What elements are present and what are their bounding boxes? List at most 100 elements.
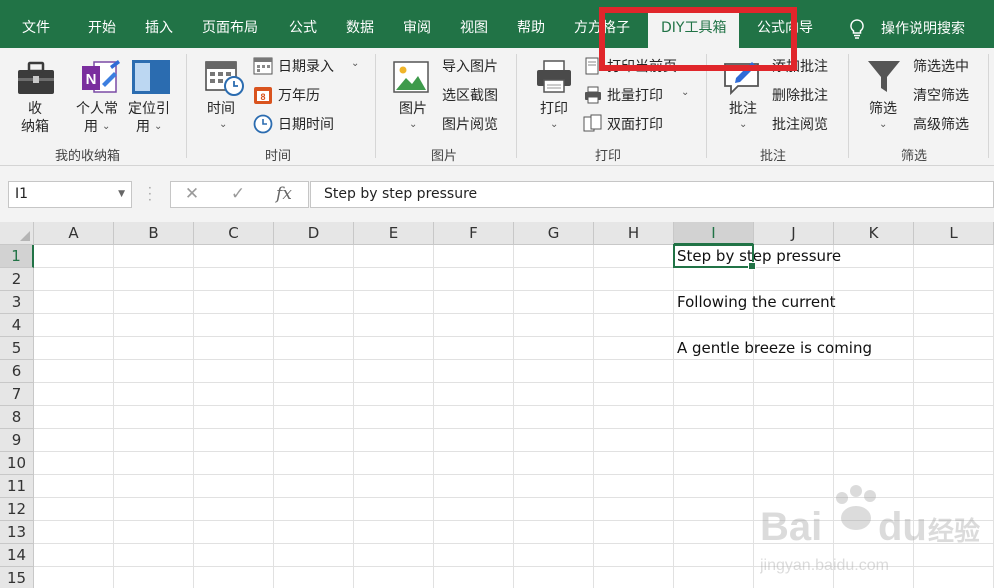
cell-K15[interactable] [834, 567, 914, 588]
row-header-2[interactable]: 2 [0, 268, 34, 291]
cell-I4[interactable] [674, 314, 754, 337]
cell-I13[interactable] [674, 521, 754, 544]
cell-C4[interactable] [194, 314, 274, 337]
cell-J10[interactable] [754, 452, 834, 475]
cancel-icon[interactable]: ✕ [177, 182, 207, 207]
cell-E9[interactable] [354, 429, 434, 452]
cell-K12[interactable] [834, 498, 914, 521]
cell-F4[interactable] [434, 314, 514, 337]
cell-G10[interactable] [514, 452, 594, 475]
cell-L4[interactable] [914, 314, 994, 337]
cell-K13[interactable] [834, 521, 914, 544]
cell-E6[interactable] [354, 360, 434, 383]
cell-D14[interactable] [274, 544, 354, 567]
cell-B2[interactable] [114, 268, 194, 291]
cell-I10[interactable] [674, 452, 754, 475]
cell-F5[interactable] [434, 337, 514, 360]
cell-H6[interactable] [594, 360, 674, 383]
cell-G8[interactable] [514, 406, 594, 429]
column-header-D[interactable]: D [274, 222, 354, 245]
cell-I6[interactable] [674, 360, 754, 383]
cell-F1[interactable] [434, 245, 514, 268]
cell-G9[interactable] [514, 429, 594, 452]
cell-D4[interactable] [274, 314, 354, 337]
cell-G3[interactable] [514, 291, 594, 314]
cell-H10[interactable] [594, 452, 674, 475]
cell-F10[interactable] [434, 452, 514, 475]
cell-A1[interactable] [34, 245, 114, 268]
row-header-8[interactable]: 8 [0, 406, 34, 429]
cell-C12[interactable] [194, 498, 274, 521]
cell-H3[interactable] [594, 291, 674, 314]
cell-A10[interactable] [34, 452, 114, 475]
cell-G5[interactable] [514, 337, 594, 360]
tab-insert[interactable]: 插入 [145, 0, 173, 48]
row-header-5[interactable]: 5 [0, 337, 34, 360]
cell-D5[interactable] [274, 337, 354, 360]
cell-C6[interactable] [194, 360, 274, 383]
cell-C2[interactable] [194, 268, 274, 291]
cell-H2[interactable] [594, 268, 674, 291]
cell-I15[interactable] [674, 567, 754, 588]
cell-K14[interactable] [834, 544, 914, 567]
cell-G15[interactable] [514, 567, 594, 588]
cell-C7[interactable] [194, 383, 274, 406]
cell-E3[interactable] [354, 291, 434, 314]
cell-K11[interactable] [834, 475, 914, 498]
cell-D8[interactable] [274, 406, 354, 429]
cell-D12[interactable] [274, 498, 354, 521]
cell-H5[interactable] [594, 337, 674, 360]
cell-H7[interactable] [594, 383, 674, 406]
cell-C9[interactable] [194, 429, 274, 452]
cell-E7[interactable] [354, 383, 434, 406]
cell-K10[interactable] [834, 452, 914, 475]
cell-J14[interactable] [754, 544, 834, 567]
cell-D9[interactable] [274, 429, 354, 452]
cell-A4[interactable] [34, 314, 114, 337]
cell-E11[interactable] [354, 475, 434, 498]
drag-handle-icon[interactable]: · · · [148, 182, 152, 206]
cell-F13[interactable] [434, 521, 514, 544]
row-header-9[interactable]: 9 [0, 429, 34, 452]
cell-H9[interactable] [594, 429, 674, 452]
cell-H8[interactable] [594, 406, 674, 429]
cell-F9[interactable] [434, 429, 514, 452]
view-comments-button[interactable]: 批注阅览 [772, 116, 828, 134]
row-header-4[interactable]: 4 [0, 314, 34, 337]
column-header-H[interactable]: H [594, 222, 674, 245]
column-header-A[interactable]: A [34, 222, 114, 245]
tell-me-search[interactable]: 操作说明搜索 [848, 0, 965, 48]
column-header-F[interactable]: F [434, 222, 514, 245]
active-cell-selection[interactable] [673, 244, 756, 270]
cell-A7[interactable] [34, 383, 114, 406]
column-header-L[interactable]: L [914, 222, 994, 245]
add-comment-button[interactable]: 添加批注 [772, 58, 828, 76]
cell-H15[interactable] [594, 567, 674, 588]
cell-I9[interactable] [674, 429, 754, 452]
cell-E14[interactable] [354, 544, 434, 567]
cell-F11[interactable] [434, 475, 514, 498]
cell-I8[interactable] [674, 406, 754, 429]
cell-I12[interactable] [674, 498, 754, 521]
cell-K9[interactable] [834, 429, 914, 452]
cell-F7[interactable] [434, 383, 514, 406]
cell-L8[interactable] [914, 406, 994, 429]
cell-H14[interactable] [594, 544, 674, 567]
cell-D6[interactable] [274, 360, 354, 383]
cell-G1[interactable] [514, 245, 594, 268]
cell-E15[interactable] [354, 567, 434, 588]
row-header-11[interactable]: 11 [0, 475, 34, 498]
cell-B12[interactable] [114, 498, 194, 521]
row-header-1[interactable]: 1 [0, 245, 34, 268]
row-header-7[interactable]: 7 [0, 383, 34, 406]
filter-selected-button[interactable]: 筛选选中 [913, 58, 969, 76]
row-header-10[interactable]: 10 [0, 452, 34, 475]
cell-I7[interactable] [674, 383, 754, 406]
cell-H11[interactable] [594, 475, 674, 498]
row-header-3[interactable]: 3 [0, 291, 34, 314]
tab-help[interactable]: 帮助 [517, 0, 545, 48]
column-header-K[interactable]: K [834, 222, 914, 245]
cell-D10[interactable] [274, 452, 354, 475]
advanced-filter-button[interactable]: 高级筛选 [913, 116, 969, 134]
cell-B3[interactable] [114, 291, 194, 314]
